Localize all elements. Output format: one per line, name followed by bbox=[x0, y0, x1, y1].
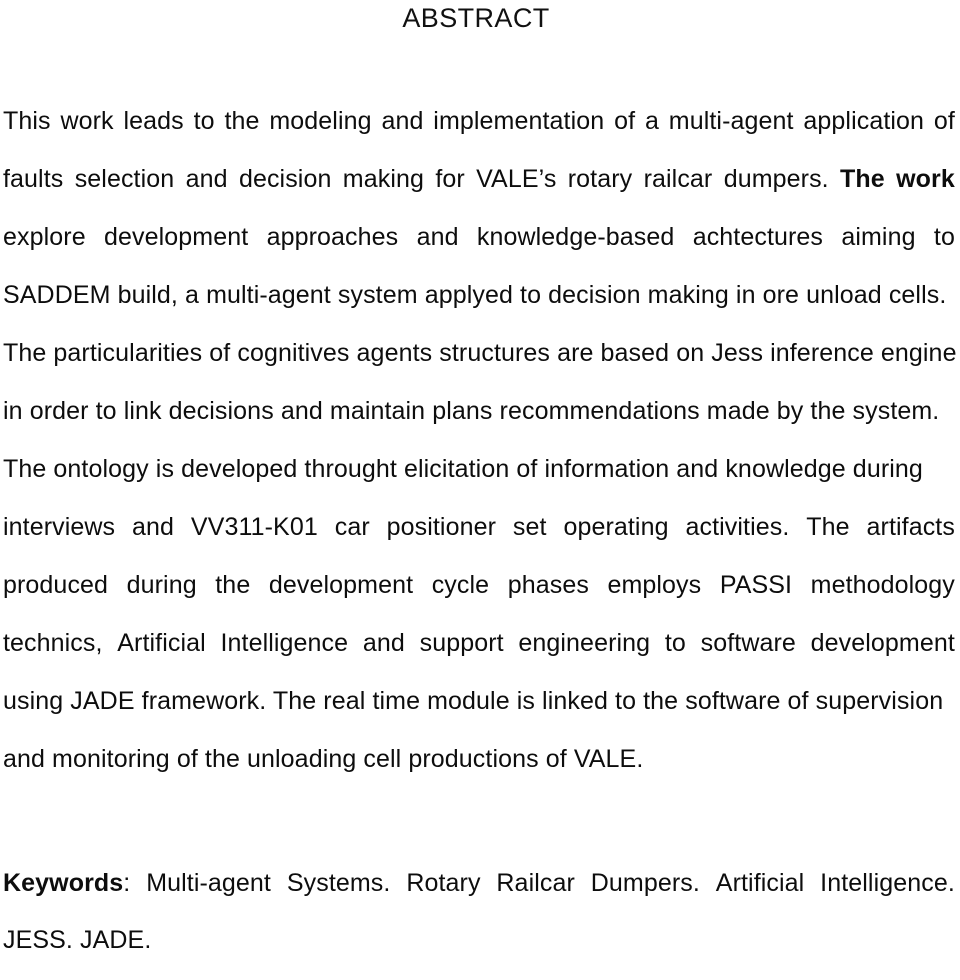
word: development bbox=[104, 223, 249, 251]
word: of bbox=[614, 107, 636, 135]
paragraph-line: The particularities of cognitives agents… bbox=[3, 339, 957, 367]
word: artifacts bbox=[866, 513, 955, 541]
word: achtectures bbox=[692, 223, 824, 251]
word: activities. bbox=[685, 513, 790, 541]
word: Artificial bbox=[117, 629, 206, 657]
word: phases bbox=[507, 571, 589, 599]
word: application bbox=[803, 107, 925, 135]
paragraph-line: and monitoring of the unloading cell pro… bbox=[3, 745, 644, 773]
word: and bbox=[185, 165, 228, 193]
word: to bbox=[664, 629, 686, 657]
word: employs bbox=[607, 571, 702, 599]
word: for bbox=[435, 165, 465, 193]
word: development bbox=[268, 571, 414, 599]
word: rotary bbox=[567, 165, 633, 193]
word: support bbox=[419, 629, 504, 657]
word: cycle bbox=[431, 571, 490, 599]
keyword-item: Dumpers. bbox=[590, 869, 700, 897]
word: The bbox=[840, 165, 885, 193]
word: of bbox=[933, 107, 955, 135]
word: methodology bbox=[810, 571, 955, 599]
word: car bbox=[334, 513, 370, 541]
paragraph-line: faults selection and decision making for VALE’… bbox=[3, 162, 955, 220]
word: positioner bbox=[386, 513, 497, 541]
word: The bbox=[806, 513, 850, 541]
paragraph-line: using JADE framework. The real time modu… bbox=[3, 687, 944, 715]
keyword-item: Systems. bbox=[286, 869, 391, 897]
word: and bbox=[362, 629, 405, 657]
keywords-block: Keywords: Multi-agent Systems. Rotary Railca… bbox=[3, 866, 955, 980]
word: aiming bbox=[841, 223, 916, 251]
keywords-label: Keywords: bbox=[3, 869, 131, 897]
word: leads bbox=[123, 107, 184, 135]
word: selection bbox=[74, 165, 175, 193]
paragraph-line: The ontology is developed throught elici… bbox=[3, 455, 923, 483]
word: and bbox=[416, 223, 459, 251]
word: and bbox=[381, 107, 424, 135]
keyword-item: Rotary bbox=[406, 869, 481, 897]
page-title: ABSTRACT bbox=[402, 3, 550, 33]
word: VALE’s bbox=[476, 165, 557, 193]
word: produced bbox=[3, 571, 109, 599]
word: interviews bbox=[3, 513, 116, 541]
paragraph-line: explore development approaches and knowledge… bbox=[3, 220, 955, 278]
abstract-body: This work leads to the modeling and implementat… bbox=[3, 104, 957, 800]
paragraph-line: interviews and VV311-K01 car positioner set op… bbox=[3, 510, 955, 568]
word: set bbox=[512, 513, 547, 541]
word: the bbox=[215, 571, 251, 599]
word: technics, bbox=[3, 629, 103, 657]
word: to bbox=[933, 223, 955, 251]
word: work bbox=[896, 165, 955, 193]
word: operating bbox=[563, 513, 669, 541]
word: making bbox=[342, 165, 424, 193]
word: work bbox=[60, 107, 114, 135]
word: development bbox=[810, 629, 955, 657]
keyword-item: Multi-agent bbox=[146, 869, 271, 897]
word: to bbox=[193, 107, 215, 135]
word: PASSI bbox=[719, 571, 793, 599]
word: a bbox=[644, 107, 659, 135]
word: This bbox=[3, 107, 51, 135]
word: dumpers. bbox=[723, 165, 829, 193]
paragraph-line: produced during the development cycle phases e… bbox=[3, 568, 955, 626]
paragraph-line: SADDEM build, a multi-agent system apply… bbox=[3, 281, 947, 309]
paragraph-line: in order to link decisions and maintain … bbox=[3, 397, 940, 425]
word: VV311-K01 bbox=[190, 513, 318, 541]
word: modeling bbox=[269, 107, 372, 135]
word: during bbox=[126, 571, 197, 599]
word: knowledge-based bbox=[476, 223, 675, 251]
word: railcar bbox=[643, 165, 713, 193]
keyword-item: Artificial bbox=[715, 869, 805, 897]
word: and bbox=[132, 513, 175, 541]
word: implementation bbox=[433, 107, 605, 135]
keyword-item: Intelligence. bbox=[820, 869, 955, 897]
keywords-line: Keywords: Multi-agent Systems. Rotary Railca… bbox=[3, 866, 955, 923]
paragraph-line: This work leads to the modeling and implementat… bbox=[3, 104, 955, 162]
paragraph-line: technics, Artificial Intelligence and suppor… bbox=[3, 626, 955, 684]
word: faults bbox=[3, 165, 64, 193]
word: software bbox=[700, 629, 796, 657]
word: Intelligence bbox=[220, 629, 349, 657]
keyword-item: Railcar bbox=[496, 869, 575, 897]
word: the bbox=[224, 107, 260, 135]
word: engineering bbox=[518, 629, 651, 657]
document-page: ABSTRACT This work leads to the modeling and im… bbox=[0, 0, 960, 954]
word: decision bbox=[238, 165, 332, 193]
word: explore bbox=[3, 223, 86, 251]
word: approaches bbox=[266, 223, 399, 251]
word: multi-agent bbox=[668, 107, 794, 135]
